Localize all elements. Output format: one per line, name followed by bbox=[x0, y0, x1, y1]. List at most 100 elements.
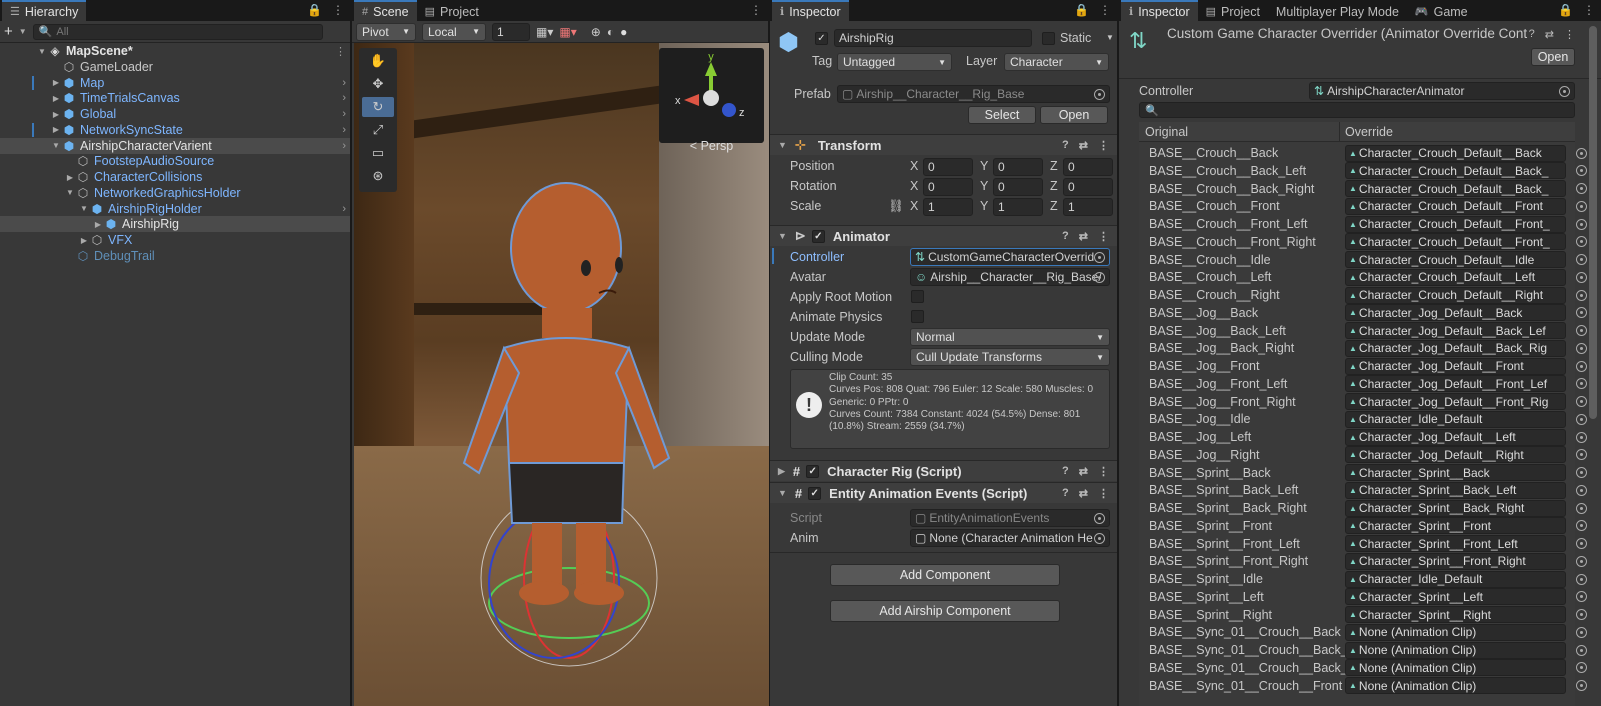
scale-x-field[interactable]: 1 bbox=[923, 198, 973, 216]
pivot-dropdown[interactable]: Pivot ▼ bbox=[356, 22, 416, 41]
character-rig-enabled-checkbox[interactable]: ✓ bbox=[806, 464, 820, 478]
override-search-input[interactable]: 🔍 bbox=[1139, 102, 1575, 118]
override-clip-field[interactable]: ▲ Character_Jog_Default__Right bbox=[1345, 446, 1566, 464]
override-clip-field[interactable]: ▲ Character_Crouch_Default__Front_ bbox=[1345, 233, 1566, 251]
open-asset-button[interactable]: Open bbox=[1531, 48, 1575, 66]
more-icon[interactable]: ⋮ bbox=[332, 3, 344, 17]
tree-item-debug-trail[interactable]: ⬡ DebugTrail bbox=[0, 248, 350, 264]
chevron-right-icon[interactable]: › bbox=[342, 108, 346, 120]
update-mode-dropdown[interactable]: Normal ▼ bbox=[910, 328, 1110, 346]
increment-snap-icon[interactable]: ▦▾ bbox=[559, 25, 576, 39]
override-clip-field[interactable]: ▲ None (Animation Clip) bbox=[1345, 659, 1566, 677]
picker-icon[interactable] bbox=[1576, 502, 1587, 514]
avatar-field[interactable]: ☺ Airship__Character__Rig_Base/ bbox=[910, 268, 1110, 286]
chevron-right-icon[interactable]: › bbox=[342, 203, 346, 215]
override-clip-field[interactable]: ▲ Character_Jog_Default__Back_Lef bbox=[1345, 322, 1566, 339]
tab-project[interactable]: ▤ Project bbox=[417, 0, 487, 21]
picker-icon[interactable] bbox=[1576, 644, 1587, 656]
picker-icon[interactable] bbox=[1576, 165, 1587, 177]
object-name-field[interactable]: AirshipRig bbox=[834, 29, 1032, 47]
chevron-down-icon[interactable]: ▼ bbox=[19, 27, 27, 36]
collapse-arrow-icon[interactable]: ▶ bbox=[50, 125, 62, 134]
transform-header[interactable]: ▼ ⊹ Transform ? ⇄ ⋮ bbox=[770, 134, 1117, 155]
override-clip-field[interactable]: ▲ Character_Sprint__Right bbox=[1345, 606, 1566, 623]
rotate-tool-icon[interactable]: ↻ bbox=[362, 97, 394, 117]
help-icon[interactable]: ? bbox=[1062, 139, 1069, 152]
override-clip-field[interactable]: ▲ Character_Jog_Default__Front bbox=[1345, 357, 1566, 375]
picker-icon[interactable] bbox=[1576, 626, 1587, 638]
expand-arrow-icon[interactable]: ▼ bbox=[36, 47, 48, 56]
local-dropdown[interactable]: Local ▼ bbox=[422, 22, 486, 41]
picker-icon[interactable] bbox=[1094, 251, 1105, 263]
override-clip-field[interactable]: ▲ Character_Sprint__Front_Left bbox=[1345, 535, 1566, 552]
picker-icon[interactable] bbox=[1094, 88, 1105, 100]
add-airship-component-button[interactable]: Add Airship Component bbox=[830, 600, 1060, 622]
rotation-y-field[interactable]: 0 bbox=[993, 178, 1043, 196]
grid-size-field[interactable]: 1 bbox=[492, 22, 530, 41]
tab-inspector[interactable]: ℹ Inspector bbox=[772, 0, 849, 21]
picker-icon[interactable] bbox=[1576, 467, 1587, 478]
override-clip-field[interactable]: ▲ Character_Jog_Default__Back_Rig bbox=[1345, 339, 1566, 357]
grid-snap-icon[interactable]: ▦▾ bbox=[536, 25, 553, 39]
tab-inspector-2[interactable]: ℹ Inspector bbox=[1121, 0, 1198, 21]
help-icon[interactable]: ? bbox=[1062, 230, 1069, 243]
more-icon[interactable]: ⋮ bbox=[1099, 3, 1111, 17]
chevron-right-icon[interactable]: › bbox=[342, 140, 346, 152]
tree-item-character-collisions[interactable]: ▶ ⬡ CharacterCollisions bbox=[0, 169, 350, 185]
tree-item-global[interactable]: ▶ ⬢ Global › bbox=[0, 106, 350, 122]
preset-icon[interactable]: ⇄ bbox=[1079, 487, 1088, 500]
collapse-arrow-icon[interactable]: ▶ bbox=[78, 236, 90, 245]
override-clip-field[interactable]: ▲ Character_Sprint__Back_Right bbox=[1345, 499, 1566, 517]
tree-item-time-trials-canvas[interactable]: ▶ ⬢ TimeTrialsCanvas › bbox=[0, 90, 350, 106]
entity-events-header[interactable]: ▼ # ✓ Entity Animation Events (Script) ?… bbox=[770, 482, 1117, 503]
picker-icon[interactable] bbox=[1576, 431, 1587, 443]
lock-icon[interactable]: 🔒 bbox=[1074, 3, 1089, 17]
preset-icon[interactable]: ⇄ bbox=[1545, 28, 1554, 41]
collapse-arrow-icon[interactable]: ▶ bbox=[50, 110, 62, 119]
picker-icon[interactable] bbox=[1576, 183, 1587, 194]
controller-field[interactable]: ⇅ CustomGameCharacterOverrid bbox=[910, 248, 1110, 266]
override-clip-field[interactable]: ▲ Character_Idle_Default bbox=[1345, 570, 1566, 588]
override-clip-field[interactable]: ▲ Character_Crouch_Default__Front_ bbox=[1345, 215, 1566, 233]
picker-icon[interactable] bbox=[1576, 200, 1587, 212]
override-clip-field[interactable]: ▲ Character_Sprint__Front bbox=[1345, 517, 1566, 535]
picker-icon[interactable] bbox=[1576, 396, 1587, 407]
add-icon[interactable]: + bbox=[4, 23, 13, 40]
picker-icon[interactable] bbox=[1094, 532, 1105, 544]
collapse-arrow-icon[interactable]: ▶ bbox=[64, 173, 76, 182]
tree-item-vfx[interactable]: ▶ ⬡ VFX bbox=[0, 232, 350, 248]
override-clip-field[interactable]: ▲ Character_Crouch_Default__Back bbox=[1345, 144, 1566, 162]
select-button[interactable]: Select bbox=[968, 106, 1036, 124]
override-clip-field[interactable]: ▲ Character_Crouch_Default__Right bbox=[1345, 286, 1566, 304]
more-icon[interactable]: ⋮ bbox=[1098, 139, 1109, 152]
scene-viewport[interactable]: ✋ ✥ ↻ ⤢ ▭ ⊛ y x z < Persp bbox=[354, 43, 769, 706]
transform-tool-icon[interactable]: ⊛ bbox=[362, 166, 394, 186]
lock-icon[interactable]: 🔒 bbox=[307, 3, 322, 17]
tab-multiplayer[interactable]: Multiplayer Play Mode bbox=[1268, 0, 1407, 21]
collapse-arrow-icon[interactable]: ▶ bbox=[92, 220, 104, 229]
lock-icon[interactable]: 🔒 bbox=[1558, 3, 1573, 17]
script-field[interactable]: ▢ EntityAnimationEvents bbox=[910, 509, 1110, 527]
rotation-x-field[interactable]: 0 bbox=[923, 178, 973, 196]
active-checkbox[interactable]: ✓ bbox=[815, 32, 828, 45]
override-clip-field[interactable]: ▲ Character_Sprint__Left bbox=[1345, 588, 1566, 606]
picker-icon[interactable] bbox=[1576, 555, 1587, 567]
tab-project-2[interactable]: ▤ Project bbox=[1198, 0, 1268, 21]
scale-z-field[interactable]: 1 bbox=[1063, 198, 1113, 216]
override-clip-field[interactable]: ▲ None (Animation Clip) bbox=[1345, 623, 1566, 641]
anim-field[interactable]: ▢ None (Character Animation He bbox=[910, 529, 1110, 547]
help-icon[interactable]: ? bbox=[1062, 487, 1069, 500]
scrollbar[interactable] bbox=[1589, 26, 1597, 419]
preset-icon[interactable]: ⇄ bbox=[1079, 139, 1088, 152]
tree-item-footstep-audio-source[interactable]: ⬡ FootstepAudioSource bbox=[0, 153, 350, 169]
expand-arrow-icon[interactable]: ▼ bbox=[78, 204, 90, 213]
search-input[interactable]: 🔍 All bbox=[32, 23, 323, 40]
preset-icon[interactable]: ⇄ bbox=[1079, 465, 1088, 478]
override-clip-field[interactable]: ▲ Character_Crouch_Default__Idle bbox=[1345, 251, 1566, 268]
help-icon[interactable]: ? bbox=[1062, 465, 1069, 478]
override-clip-field[interactable]: ▲ Character_Idle_Default bbox=[1345, 410, 1566, 428]
more-icon[interactable]: ⋮ bbox=[1564, 28, 1575, 41]
picker-icon[interactable] bbox=[1094, 512, 1105, 524]
picker-icon[interactable] bbox=[1559, 85, 1570, 97]
picker-icon[interactable] bbox=[1576, 271, 1587, 283]
